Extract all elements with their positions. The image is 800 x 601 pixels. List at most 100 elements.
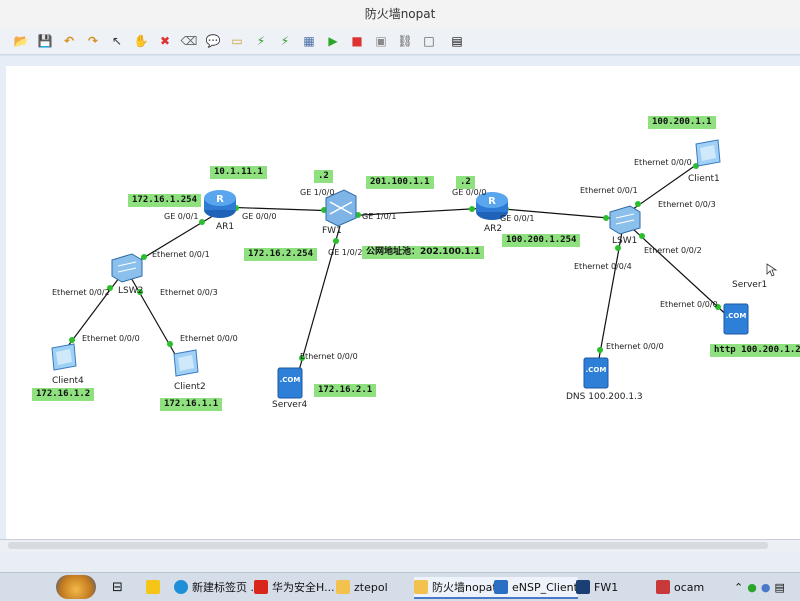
status-band bbox=[0, 552, 800, 572]
port-label: GE 1/0/2 bbox=[328, 248, 363, 257]
pointer-icon[interactable]: ↖ bbox=[108, 32, 126, 50]
ip-tag: 172.16.2.1 bbox=[314, 384, 377, 397]
device-label-server1: Server1 bbox=[732, 280, 768, 290]
link-icon[interactable]: ⛓ bbox=[396, 32, 414, 50]
clear-icon[interactable]: ⌫ bbox=[180, 32, 198, 50]
huawei-icon bbox=[254, 580, 268, 594]
tray-chevron-icon[interactable]: ⌃ bbox=[734, 581, 743, 594]
windows-taskbar: ⊟ 新建标签页 ... 华为安全H... ztepol 防火墙nopat eNS… bbox=[0, 572, 800, 601]
pc-icon bbox=[51, 343, 77, 371]
ip-tag: 172.16.1.254 bbox=[128, 194, 202, 207]
router-icon: R bbox=[204, 190, 236, 218]
port-label: Ethernet 0/0/0 bbox=[660, 300, 718, 309]
grid-icon[interactable]: ▣ bbox=[372, 32, 390, 50]
port-label: Ethernet 0/0/1 bbox=[152, 250, 210, 259]
topology-icon[interactable]: ▦ bbox=[300, 32, 318, 50]
port-label: GE 0/0/1 bbox=[164, 212, 199, 221]
wechat-icon[interactable]: ● bbox=[747, 581, 757, 594]
taskbar-item-ztepol[interactable]: ztepol bbox=[336, 577, 388, 597]
device-label-dns: DNS 100.200.1.3 bbox=[566, 392, 643, 402]
port-label: Ethernet 0/0/2 bbox=[52, 288, 110, 297]
svg-text:.COM: .COM bbox=[280, 376, 301, 384]
toolbar: 📂 💾 ↶ ↷ ↖ ✋ ✖ ⌫ 💬 ▭ ⚡ ⚡ ▦ ▶ ■ ▣ ⛓ □ ▤ bbox=[0, 28, 800, 55]
task-view-icon[interactable]: ⊟ bbox=[112, 577, 123, 597]
port-label: Ethernet 0/0/0 bbox=[82, 334, 140, 343]
ip-tag: 10.1.11.1 bbox=[210, 166, 267, 179]
svg-text:.COM: .COM bbox=[586, 366, 607, 374]
taskbar-item-ocam[interactable]: ocam bbox=[656, 577, 704, 597]
port-label: Ethernet 0/0/4 bbox=[574, 262, 632, 271]
open-icon[interactable]: 📂 bbox=[12, 32, 30, 50]
port-label: GE 1/0/1 bbox=[362, 212, 397, 221]
port-label: Ethernet 0/0/0 bbox=[180, 334, 238, 343]
redo-icon[interactable]: ↷ bbox=[84, 32, 102, 50]
start-icon[interactable]: ▶ bbox=[324, 32, 342, 50]
stop-icon[interactable]: ■ bbox=[348, 32, 366, 50]
device-label-ar1: AR1 bbox=[216, 222, 235, 232]
folder-icon bbox=[336, 580, 350, 594]
undo-icon[interactable]: ↶ bbox=[60, 32, 78, 50]
port-label: Ethernet 0/0/0 bbox=[606, 342, 664, 351]
svg-text:.COM: .COM bbox=[726, 312, 747, 320]
port-label: GE 1/0/0 bbox=[300, 188, 335, 197]
terminal-icon bbox=[576, 580, 590, 594]
port-label: GE 0/0/0 bbox=[452, 188, 487, 197]
text-icon[interactable]: 💬 bbox=[204, 32, 222, 50]
delete-icon[interactable]: ✖ bbox=[156, 32, 174, 50]
sticky-notes-icon[interactable] bbox=[146, 577, 160, 597]
port-label: Ethernet 0/0/1 bbox=[580, 186, 638, 195]
frame-icon[interactable]: □ bbox=[420, 32, 438, 50]
system-tray[interactable]: ⌃ ● ● ▤ bbox=[734, 577, 785, 597]
ip-tag: 172.16.1.1 bbox=[160, 398, 223, 411]
port-label: Ethernet 0/0/3 bbox=[658, 200, 716, 209]
tray-app-icon[interactable]: ● bbox=[761, 581, 771, 594]
folder-icon bbox=[414, 580, 428, 594]
horizontal-scrollbar[interactable] bbox=[0, 539, 800, 552]
taskbar-item-ensp[interactable]: eNSP_Client bbox=[494, 577, 578, 599]
device-label-client1: Client1 bbox=[688, 174, 720, 184]
server-icon: .COM bbox=[277, 367, 303, 399]
canvas-frame: R R .COM .COM .COM AR1 AR2 FW1 LSW1 LSW2… bbox=[0, 56, 800, 552]
taskbar-item-huawei[interactable]: 华为安全H... bbox=[254, 577, 335, 597]
capture-icon[interactable]: ⚡ bbox=[252, 32, 270, 50]
device-label-client2: Client2 bbox=[174, 382, 206, 392]
ip-tag: 201.100.1.1 bbox=[366, 176, 434, 189]
switch-icon bbox=[111, 253, 143, 283]
ip-tag: 100.200.1.254 bbox=[502, 234, 581, 247]
server-icon: .COM bbox=[723, 303, 749, 335]
port-label: GE 0/0/1 bbox=[500, 214, 535, 223]
rect-icon[interactable]: ▭ bbox=[228, 32, 246, 50]
mouse-cursor-icon bbox=[766, 263, 778, 277]
device-label-lsw1: LSW1 bbox=[612, 236, 638, 246]
ip-tag: 100.200.1.1 bbox=[648, 116, 716, 129]
pc-icon bbox=[695, 139, 721, 167]
device-label-server4: Server4 bbox=[272, 400, 308, 410]
hand-icon[interactable]: ✋ bbox=[132, 32, 150, 50]
ip-tag: 172.16.2.254 bbox=[244, 248, 318, 261]
topology-canvas[interactable]: R R .COM .COM .COM AR1 AR2 FW1 LSW1 LSW2… bbox=[6, 66, 800, 542]
port-label: Ethernet 0/0/2 bbox=[644, 246, 702, 255]
device-label-ar2: AR2 bbox=[484, 224, 503, 234]
taskbar-item-edge[interactable]: 新建标签页 ... bbox=[174, 577, 261, 597]
svg-text:R: R bbox=[488, 196, 496, 207]
ip-tag: http 100.200.1.2 bbox=[710, 344, 800, 357]
port-label: Ethernet 0/0/0 bbox=[634, 158, 692, 167]
widgets-weather-icon[interactable] bbox=[56, 575, 96, 599]
port-label: GE 0/0/0 bbox=[242, 212, 277, 221]
ip-tag: 172.16.1.2 bbox=[32, 388, 95, 401]
taskbar-item-firewall[interactable]: 防火墙nopat bbox=[414, 577, 497, 599]
taskbar-item-fw1[interactable]: FW1 bbox=[576, 577, 618, 597]
port-label: Ethernet 0/0/3 bbox=[160, 288, 218, 297]
capture2-icon[interactable]: ⚡ bbox=[276, 32, 294, 50]
device-label-lsw2: LSW2 bbox=[118, 286, 144, 296]
server-icon: .COM bbox=[583, 357, 609, 389]
scrollbar-thumb[interactable] bbox=[8, 542, 768, 549]
window-titlebar: 防火墙nopat bbox=[0, 0, 800, 29]
network-icon[interactable]: ▤ bbox=[774, 581, 784, 594]
device-label-client4: Client4 bbox=[52, 376, 84, 386]
save-icon[interactable]: 💾 bbox=[36, 32, 54, 50]
console-icon[interactable]: ▤ bbox=[448, 32, 466, 50]
ip-tag: .2 bbox=[314, 170, 333, 183]
pc-icon bbox=[173, 349, 199, 377]
ensp-icon bbox=[494, 580, 508, 594]
